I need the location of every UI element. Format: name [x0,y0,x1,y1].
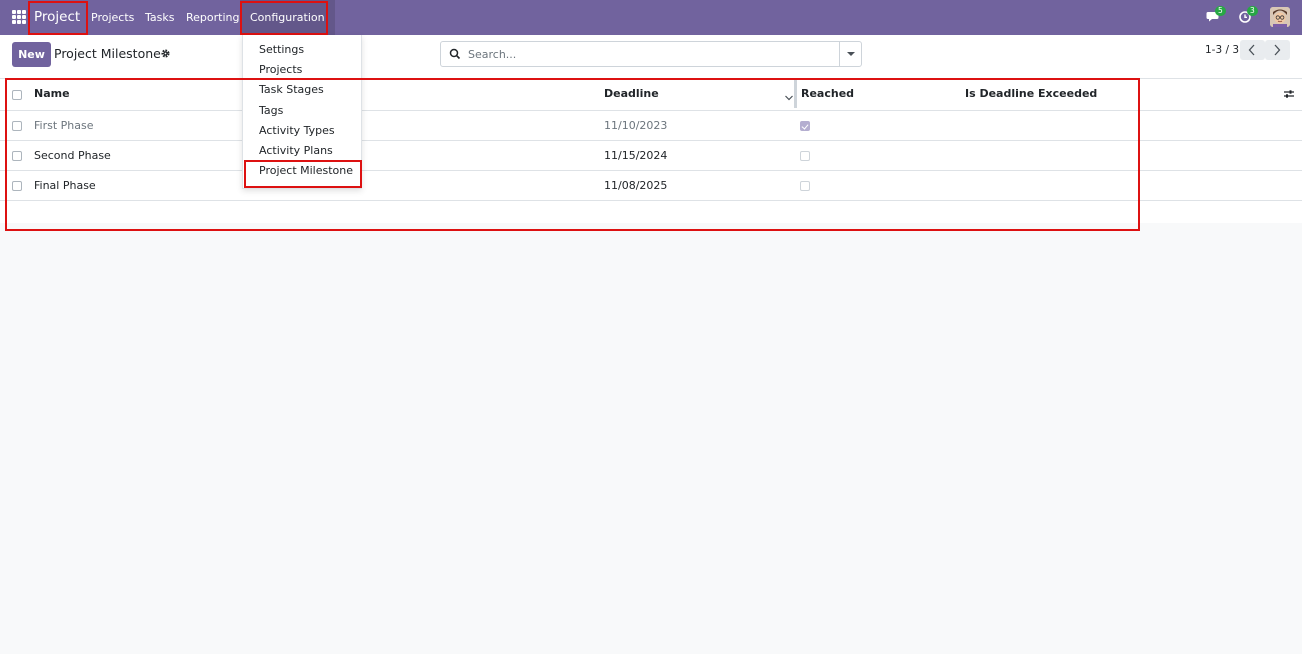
gear-icon[interactable] [160,48,171,59]
page-title: Project Milestone [54,46,161,61]
control-panel: New Project Milestone 1-3 / 3 [0,35,1302,79]
configuration-dropdown: Settings Projects Task Stages Tags Activ… [242,35,362,189]
chevron-down-icon [785,91,793,104]
search-icon [449,48,461,60]
row-deadline[interactable]: 11/10/2023 [604,111,667,141]
search-options-toggle[interactable] [839,42,861,66]
messages-badge: 5 [1215,6,1226,16]
menu-reporting[interactable]: Reporting [186,11,239,24]
table-row[interactable]: Final Phase 11/08/2025 [0,171,1302,201]
menu-projects[interactable]: Projects [91,11,134,24]
row-checkbox[interactable] [12,121,22,131]
optional-columns-icon[interactable] [1283,88,1295,103]
pager-value[interactable]: 1-3 / 3 [1205,44,1239,56]
config-item-project-milestone[interactable]: Project Milestone [259,164,353,177]
row-deadline[interactable]: 11/08/2025 [604,171,667,201]
menu-tasks[interactable]: Tasks [145,11,174,24]
activities-badge: 3 [1247,6,1258,16]
chevron-right-icon [1274,44,1281,56]
column-header-is-deadline-exceeded[interactable]: Is Deadline Exceeded [965,79,1097,109]
top-navbar: Project Projects Tasks Reporting Configu… [0,0,1302,35]
menu-configuration[interactable]: Configuration [240,0,335,35]
row-name[interactable]: Final Phase [34,171,96,201]
new-button[interactable]: New [12,42,51,67]
table-row[interactable]: Second Phase 11/15/2024 [0,141,1302,171]
messages-icon[interactable]: 5 [1206,6,1226,25]
table-row[interactable]: First Phase 11/10/2023 [0,111,1302,141]
user-avatar[interactable] [1270,7,1290,27]
milestone-list: Name Deadline Reached Is Deadline Exceed… [0,79,1302,223]
config-item-settings[interactable]: Settings [259,43,304,56]
activities-clock-icon[interactable]: 3 [1238,6,1258,25]
row-name[interactable]: First Phase [34,111,94,141]
app-brand[interactable]: Project [34,9,80,25]
row-checkbox[interactable] [12,181,22,191]
row-name[interactable]: Second Phase [34,141,111,171]
list-empty-area [0,201,1302,223]
row-deadline[interactable]: 11/15/2024 [604,141,667,171]
caret-down-icon [847,52,855,56]
column-header-name[interactable]: Name [34,79,70,109]
row-checkbox[interactable] [12,151,22,161]
config-item-activity-types[interactable]: Activity Types [259,124,335,137]
column-resize-handle[interactable] [794,80,797,108]
search-bar [440,41,862,67]
app-grid-icon[interactable] [12,10,26,24]
select-all-checkbox[interactable] [12,90,22,100]
search-input[interactable] [468,46,828,62]
reached-checkbox[interactable] [800,151,810,161]
pager-next-button[interactable] [1265,40,1290,60]
column-header-deadline[interactable]: Deadline [604,79,659,109]
config-item-activity-plans[interactable]: Activity Plans [259,144,333,157]
config-item-task-stages[interactable]: Task Stages [259,83,324,96]
column-header-reached[interactable]: Reached [801,79,854,109]
chevron-left-icon [1248,44,1255,56]
pager-previous-button[interactable] [1240,40,1265,60]
config-item-tags[interactable]: Tags [259,104,283,117]
config-item-projects[interactable]: Projects [259,63,302,76]
reached-checkbox[interactable] [800,121,810,131]
reached-checkbox[interactable] [800,181,810,191]
list-header: Name Deadline Reached Is Deadline Exceed… [0,79,1302,111]
